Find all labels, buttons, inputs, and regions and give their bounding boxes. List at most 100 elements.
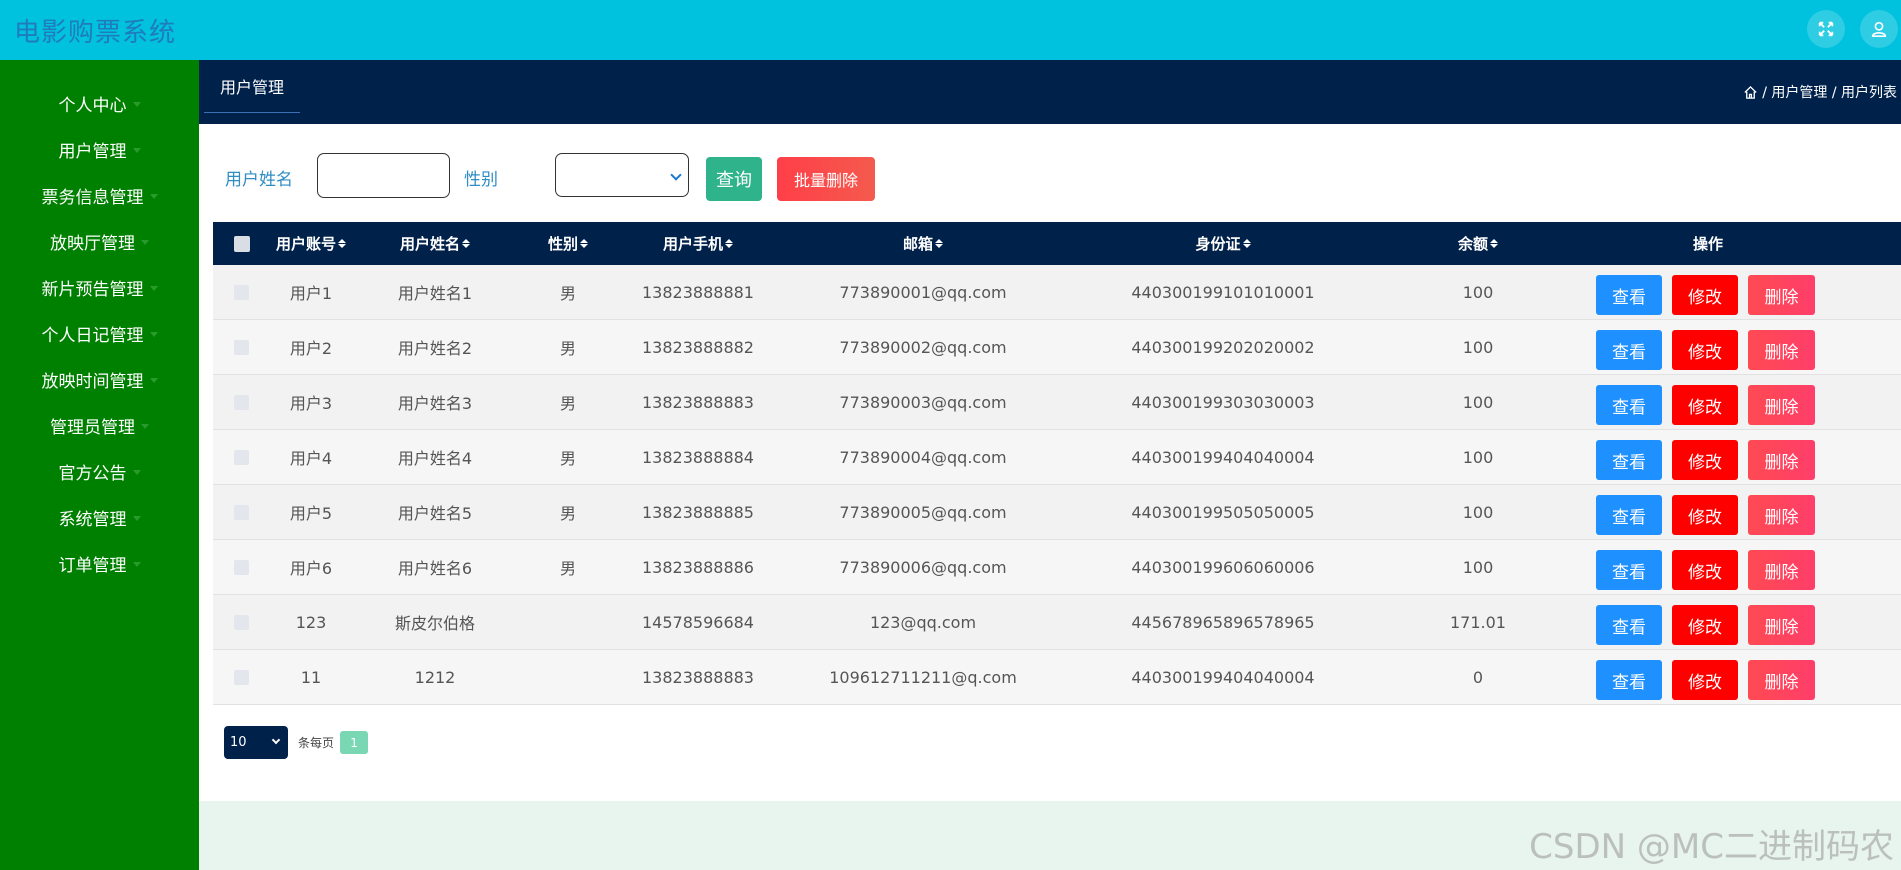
fullscreen-button[interactable] [1807,10,1845,48]
edit-button[interactable]: 修改 [1672,495,1738,535]
cell-name: 用户姓名2 [397,339,473,358]
delete-button[interactable]: 删除 [1748,660,1815,700]
tab-user-management[interactable]: 用户管理 [204,60,301,113]
cell-idcard: 440300199101010001 [1131,282,1315,302]
cell-idcard: 440300199202020002 [1131,337,1315,357]
cell-balance: 100 [1462,557,1494,577]
cell-account: 123 [295,612,327,632]
fullscreen-icon [1818,21,1834,37]
row-checkbox[interactable] [234,505,249,520]
edit-button[interactable]: 修改 [1672,385,1738,425]
cell-idcard: 440300199606060006 [1131,557,1315,577]
watermark: CSDN @MC二进制码农 [1529,827,1894,867]
view-button[interactable]: 查看 [1596,330,1662,370]
delete-button[interactable]: 删除 [1748,495,1815,535]
table-row: 用户2 用户姓名2 男 13823888882 773890002@qq.com… [213,320,1901,375]
view-button[interactable]: 查看 [1596,275,1662,315]
delete-button[interactable]: 删除 [1748,330,1815,370]
gender-filter-select[interactable] [555,153,689,197]
table-row: 用户4 用户姓名4 男 13823888884 773890004@qq.com… [213,430,1901,485]
sort-icon [338,239,346,248]
name-filter-label: 用户姓名 [225,170,293,190]
delete-button[interactable]: 删除 [1748,550,1815,590]
gender-filter-label: 性别 [464,170,498,190]
table-row: 123 斯皮尔伯格 14578596684 123@qq.com 4456789… [213,595,1901,650]
sidebar-item-admins[interactable]: 管理员管理 [0,405,199,445]
cell-phone: 13823888882 [642,337,754,357]
sidebar-item-personal-center[interactable]: 个人中心 [0,83,199,123]
cell-account: 11 [300,667,322,687]
view-button[interactable]: 查看 [1596,440,1662,480]
edit-button[interactable]: 修改 [1672,660,1738,700]
row-checkbox[interactable] [234,560,249,575]
cell-gender: 男 [559,394,576,413]
cell-name: 用户姓名3 [397,394,473,413]
row-checkbox[interactable] [234,285,249,300]
query-button[interactable]: 查询 [706,157,762,201]
user-button[interactable] [1860,10,1898,48]
breadcrumb: / 用户管理 / 用户列表 [1743,82,1897,102]
name-filter-input[interactable] [317,153,450,198]
cell-balance: 171.01 [1450,612,1506,632]
cell-gender: 男 [559,504,576,523]
sidebar-item-users[interactable]: 用户管理 [0,129,199,169]
sidebar-item-orders[interactable]: 订单管理 [0,543,199,583]
delete-button[interactable]: 删除 [1748,275,1815,315]
sort-icon [580,239,588,248]
delete-button[interactable]: 删除 [1748,605,1815,645]
cell-idcard: 440300199303030003 [1131,392,1315,412]
row-checkbox[interactable] [234,395,249,410]
row-checkbox[interactable] [234,670,249,685]
header-gender[interactable]: 性别 [543,222,593,265]
view-button[interactable]: 查看 [1596,385,1662,425]
edit-button[interactable]: 修改 [1672,550,1738,590]
delete-button[interactable]: 删除 [1748,440,1815,480]
table-row: 用户6 用户姓名6 男 13823888886 773890006@qq.com… [213,540,1901,595]
sidebar-item-tickets[interactable]: 票务信息管理 [0,175,199,215]
view-button[interactable]: 查看 [1596,495,1662,535]
table-row: 用户1 用户姓名1 男 13823888881 773890001@qq.com… [213,265,1901,320]
sidebar-item-showtimes[interactable]: 放映时间管理 [0,359,199,399]
header-email[interactable]: 邮箱 [873,222,973,265]
cell-gender [543,650,593,704]
home-icon[interactable] [1743,85,1758,100]
chevron-down-icon [132,147,141,153]
main-content: 用户姓名 性别 查询 批量删除 用户账号 用户姓名 性别 用户手机 邮箱 身份证… [199,124,1901,801]
view-button[interactable]: 查看 [1596,605,1662,645]
view-button[interactable]: 查看 [1596,660,1662,700]
chevron-down-icon [149,331,158,337]
row-checkbox[interactable] [234,340,249,355]
breadcrumb-path[interactable]: / 用户管理 / 用户列表 [1762,82,1897,102]
sidebar-item-announcements[interactable]: 官方公告 [0,451,199,491]
header-balance[interactable]: 余额 [1443,222,1513,265]
header-idcard[interactable]: 身份证 [1173,222,1273,265]
cell-balance: 0 [1472,667,1484,687]
page-button-current[interactable]: 1 [340,731,369,754]
per-page-label: 条每页 [298,736,335,750]
header-actions: 操作 [1692,235,1723,253]
cell-name: 用户姓名4 [397,449,473,468]
cell-account: 用户5 [289,504,333,523]
batch-delete-button[interactable]: 批量删除 [777,157,875,201]
edit-button[interactable]: 修改 [1672,275,1738,315]
select-all-checkbox[interactable] [234,236,250,252]
edit-button[interactable]: 修改 [1672,605,1738,645]
header-phone[interactable]: 用户手机 [653,222,743,265]
chevron-down-icon [132,561,141,567]
header-name[interactable]: 用户姓名 [381,222,489,265]
sidebar-item-trailers[interactable]: 新片预告管理 [0,267,199,307]
delete-button[interactable]: 删除 [1748,385,1815,425]
sidebar-item-halls[interactable]: 放映厅管理 [0,221,199,261]
table-header: 用户账号 用户姓名 性别 用户手机 邮箱 身份证 余额 操作 [213,222,1901,265]
view-button[interactable]: 查看 [1596,550,1662,590]
sidebar-item-diaries[interactable]: 个人日记管理 [0,313,199,353]
edit-button[interactable]: 修改 [1672,440,1738,480]
row-checkbox[interactable] [234,450,249,465]
cell-phone: 14578596684 [642,612,754,632]
row-checkbox[interactable] [234,615,249,630]
page-size-select[interactable]: 10 [224,726,288,759]
header-account[interactable]: 用户账号 [271,222,351,265]
edit-button[interactable]: 修改 [1672,330,1738,370]
chevron-down-icon [149,193,158,199]
sidebar-item-system[interactable]: 系统管理 [0,497,199,537]
